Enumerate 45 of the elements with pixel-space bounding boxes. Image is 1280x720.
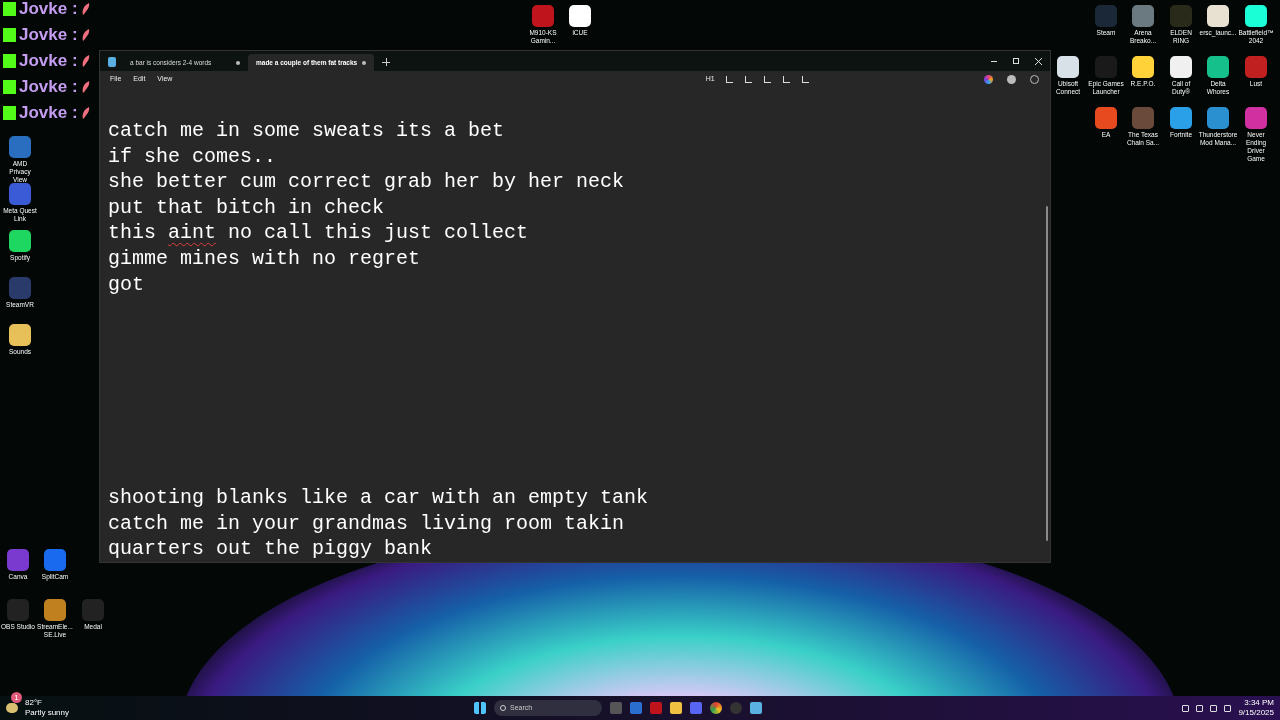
- app-icon[interactable]: [9, 324, 31, 346]
- text-line: put that bitch in check: [108, 194, 386, 221]
- feather-icon: [80, 79, 91, 94]
- app-icon[interactable]: [1207, 56, 1229, 78]
- text-line: catch me in some sweats its a bet: [108, 118, 506, 144]
- app-icon[interactable]: [1207, 107, 1229, 129]
- feather-icon: [80, 1, 91, 16]
- clock-date[interactable]: 9/15/2025: [1238, 708, 1274, 718]
- text-line: if she comes..: [108, 143, 278, 170]
- unsaved-dot-icon: [236, 60, 240, 65]
- maximize-icon[interactable]: [1013, 58, 1019, 64]
- text-line: this aint no call this just collect: [108, 220, 530, 246]
- chat-username: Jovke :: [19, 104, 78, 121]
- app-icon[interactable]: [1170, 56, 1192, 78]
- app-icon[interactable]: [1170, 107, 1192, 129]
- chat-username: Jovke :: [19, 52, 78, 69]
- minimize-icon[interactable]: [991, 60, 997, 62]
- feather-icon: [80, 105, 91, 120]
- app-icon[interactable]: [44, 599, 66, 621]
- app-icon[interactable]: [1207, 5, 1229, 27]
- chat-username: Jovke :: [19, 0, 78, 17]
- text-line: gimme mines with no regret: [108, 245, 422, 272]
- chrome-icon[interactable]: [710, 702, 723, 714]
- app-icon[interactable]: [1132, 56, 1154, 78]
- chat-username: Jovke :: [19, 26, 78, 43]
- text-line: she better cum correct grab her by her neck: [108, 169, 626, 195]
- unsaved-dot-icon: [362, 60, 366, 65]
- text-line: got: [108, 271, 145, 298]
- app-icon[interactable]: [1057, 56, 1079, 78]
- temperature: 82°F: [25, 698, 43, 708]
- chat-username: Jovke :: [19, 78, 78, 95]
- weather-condition: Partly sunny: [25, 708, 70, 718]
- scrollbar[interactable]: [1046, 206, 1048, 541]
- text-line: quarters out the piggy bank: [108, 536, 434, 562]
- profile-icon[interactable]: [1007, 75, 1016, 84]
- app-icon[interactable]: [569, 5, 591, 27]
- app-icon[interactable]: [1245, 5, 1267, 27]
- notification-badge: 1: [11, 692, 22, 704]
- text-line: catch me in your grandmas living room takin: [108, 510, 626, 537]
- feather-icon: [80, 27, 91, 42]
- clock-time[interactable]: 3:34 PM: [1238, 698, 1274, 708]
- text-line: shooting blanks like a car with an empty tank: [108, 485, 650, 511]
- app-icon[interactable]: [9, 230, 31, 252]
- feather-icon: [80, 53, 91, 68]
- close-icon[interactable]: [1035, 57, 1042, 65]
